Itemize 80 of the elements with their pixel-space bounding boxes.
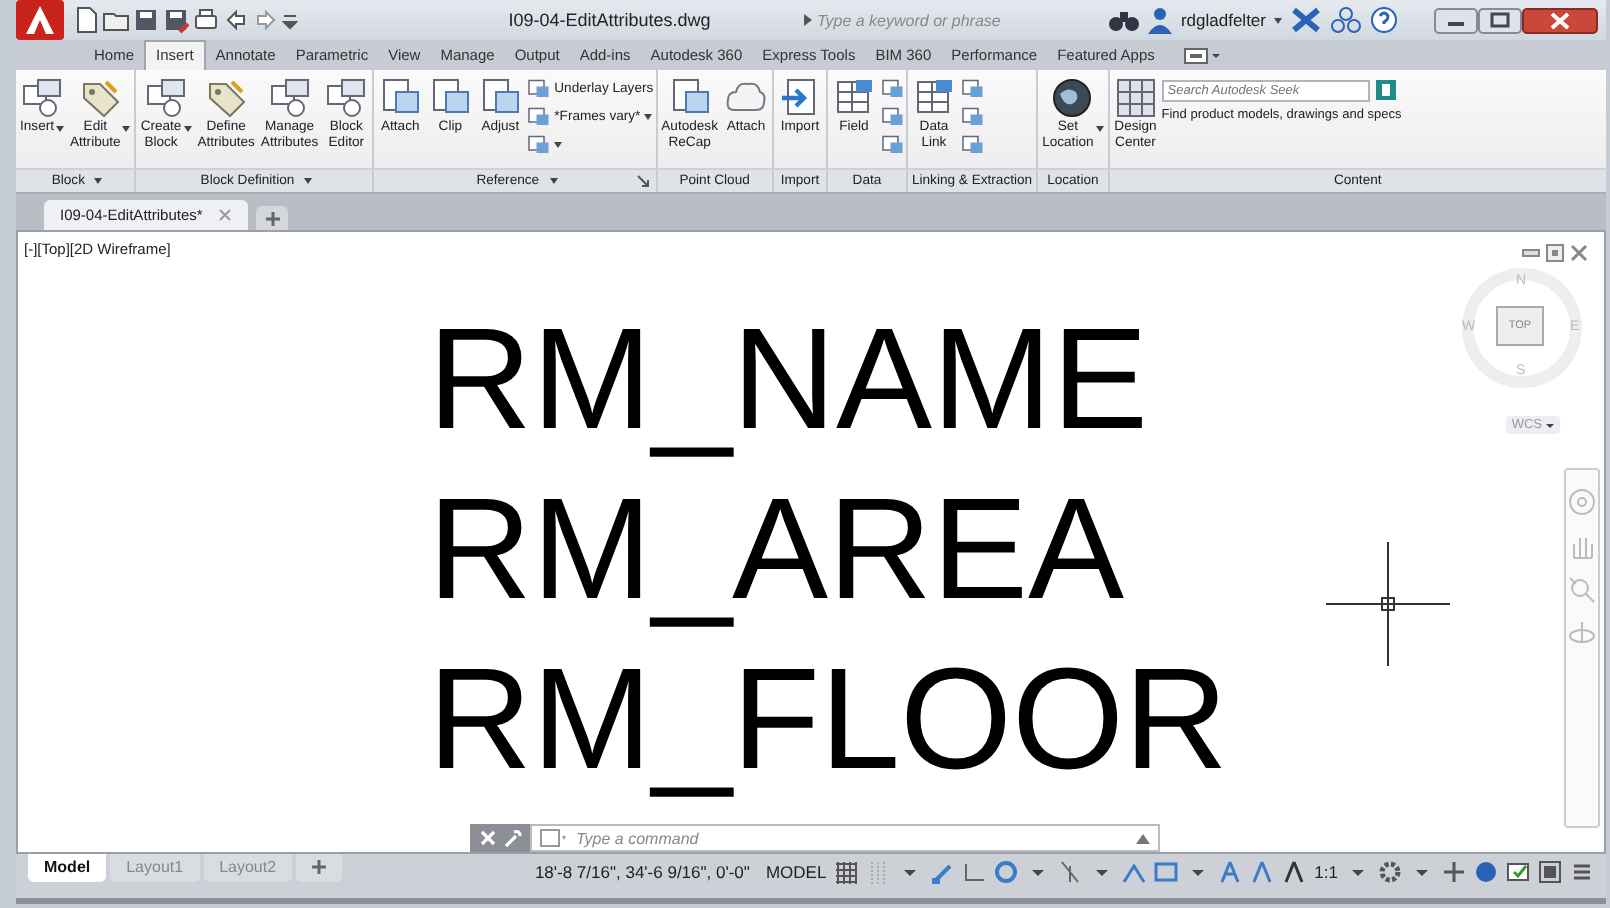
layout-tab[interactable]: Model bbox=[28, 854, 107, 882]
ribbon-button[interactable] bbox=[959, 76, 984, 100]
caret-icon[interactable] bbox=[1095, 126, 1104, 132]
minimize-icon[interactable] bbox=[1434, 7, 1478, 33]
menu-icon[interactable] bbox=[1570, 860, 1594, 884]
ribbon-button[interactable] bbox=[879, 76, 904, 100]
small-tool-icon bbox=[959, 104, 984, 128]
blocks-icon bbox=[267, 76, 312, 120]
ribbon-button[interactable] bbox=[879, 104, 904, 128]
blocks-icon bbox=[144, 76, 189, 120]
expand-icon[interactable] bbox=[804, 14, 813, 26]
ortho-icon[interactable] bbox=[962, 860, 987, 884]
grid-icon[interactable] bbox=[834, 860, 859, 884]
caret-icon[interactable] bbox=[56, 126, 64, 132]
maximize-icon[interactable] bbox=[1478, 7, 1522, 33]
ribbon-button[interactable] bbox=[959, 104, 984, 128]
drawing-text: RM_FLOOR bbox=[428, 638, 1229, 804]
new-layout-button[interactable] bbox=[296, 854, 343, 882]
minimize-icon[interactable] bbox=[1522, 244, 1540, 262]
tag-icon bbox=[78, 76, 123, 120]
caret-icon[interactable] bbox=[549, 178, 558, 184]
annotation-scale[interactable]: 1:1 bbox=[1314, 862, 1338, 882]
command-input[interactable]: Type a command bbox=[576, 829, 1128, 847]
launcher-icon[interactable] bbox=[635, 174, 650, 188]
help-icon[interactable] bbox=[1370, 6, 1398, 34]
undo-icon[interactable] bbox=[222, 6, 250, 34]
plus-icon[interactable] bbox=[1442, 860, 1466, 884]
panel-toggle-button[interactable] bbox=[1184, 48, 1221, 70]
small-tool-icon bbox=[879, 76, 904, 100]
restore-icon[interactable] bbox=[1546, 244, 1564, 262]
caret-icon[interactable] bbox=[1274, 17, 1282, 23]
ribbon-button[interactable] bbox=[959, 132, 984, 156]
small-tool-icon bbox=[879, 132, 904, 156]
caret-icon[interactable] bbox=[94, 178, 103, 184]
user-name[interactable]: rdgladfelter bbox=[1180, 10, 1266, 30]
binoculars-icon[interactable] bbox=[1108, 6, 1141, 34]
new-tab-button[interactable] bbox=[256, 206, 289, 230]
prompt-icon[interactable] bbox=[540, 828, 568, 848]
ribbon-button[interactable] bbox=[879, 132, 904, 156]
logo-icon bbox=[24, 4, 56, 36]
command-field[interactable]: Type a command bbox=[530, 824, 1160, 852]
small-tool-icon bbox=[526, 132, 551, 156]
grid-icon bbox=[1113, 76, 1158, 120]
coordinates[interactable]: 18'-8 7/16", 34'-6 9/16", 0'-0" bbox=[534, 862, 750, 882]
drawing-text: RM_NAME bbox=[428, 298, 1149, 464]
caret-icon[interactable] bbox=[644, 113, 653, 119]
caret-icon[interactable] bbox=[304, 178, 313, 184]
save-icon[interactable] bbox=[132, 6, 160, 34]
new-file-icon[interactable] bbox=[72, 6, 100, 34]
window-title: I09-04-EditAttributes.dwg bbox=[506, 10, 713, 30]
caret-icon[interactable] bbox=[183, 126, 192, 132]
small-tool-icon bbox=[959, 132, 984, 156]
tag-icon bbox=[204, 76, 249, 120]
crosshair-cursor bbox=[1326, 542, 1450, 666]
globe-icon bbox=[1050, 76, 1095, 120]
application-menu-button[interactable] bbox=[16, 0, 64, 40]
triangle-circles-icon[interactable] bbox=[1330, 6, 1362, 34]
compass-ring-icon bbox=[1462, 268, 1582, 388]
caret-icon[interactable] bbox=[122, 126, 131, 132]
plus-icon bbox=[312, 860, 327, 874]
plus-icon bbox=[265, 211, 280, 225]
gear-icon[interactable] bbox=[1378, 860, 1402, 884]
user-icon[interactable] bbox=[1148, 6, 1173, 34]
caret-icon[interactable] bbox=[554, 141, 563, 147]
save-as-icon[interactable] bbox=[162, 6, 190, 34]
blocks-icon bbox=[20, 76, 64, 120]
search-field[interactable]: Type a keyword or phrase bbox=[816, 9, 1101, 31]
blocks-icon bbox=[324, 76, 369, 120]
panel-icon bbox=[1184, 48, 1209, 64]
model-space-button[interactable]: MODEL bbox=[765, 862, 827, 882]
drawing-text: RM_AREA bbox=[428, 468, 1125, 634]
wrench-icon[interactable] bbox=[502, 828, 522, 848]
history-icon[interactable] bbox=[1136, 833, 1150, 843]
seek-icon[interactable] bbox=[1373, 78, 1398, 102]
small-tool-icon bbox=[526, 104, 551, 128]
print-icon[interactable] bbox=[192, 6, 220, 34]
small-tool-icon bbox=[879, 104, 904, 128]
small-tool-icon bbox=[959, 76, 984, 100]
close-icon[interactable] bbox=[1522, 7, 1598, 33]
small-tool-icon bbox=[526, 76, 551, 100]
